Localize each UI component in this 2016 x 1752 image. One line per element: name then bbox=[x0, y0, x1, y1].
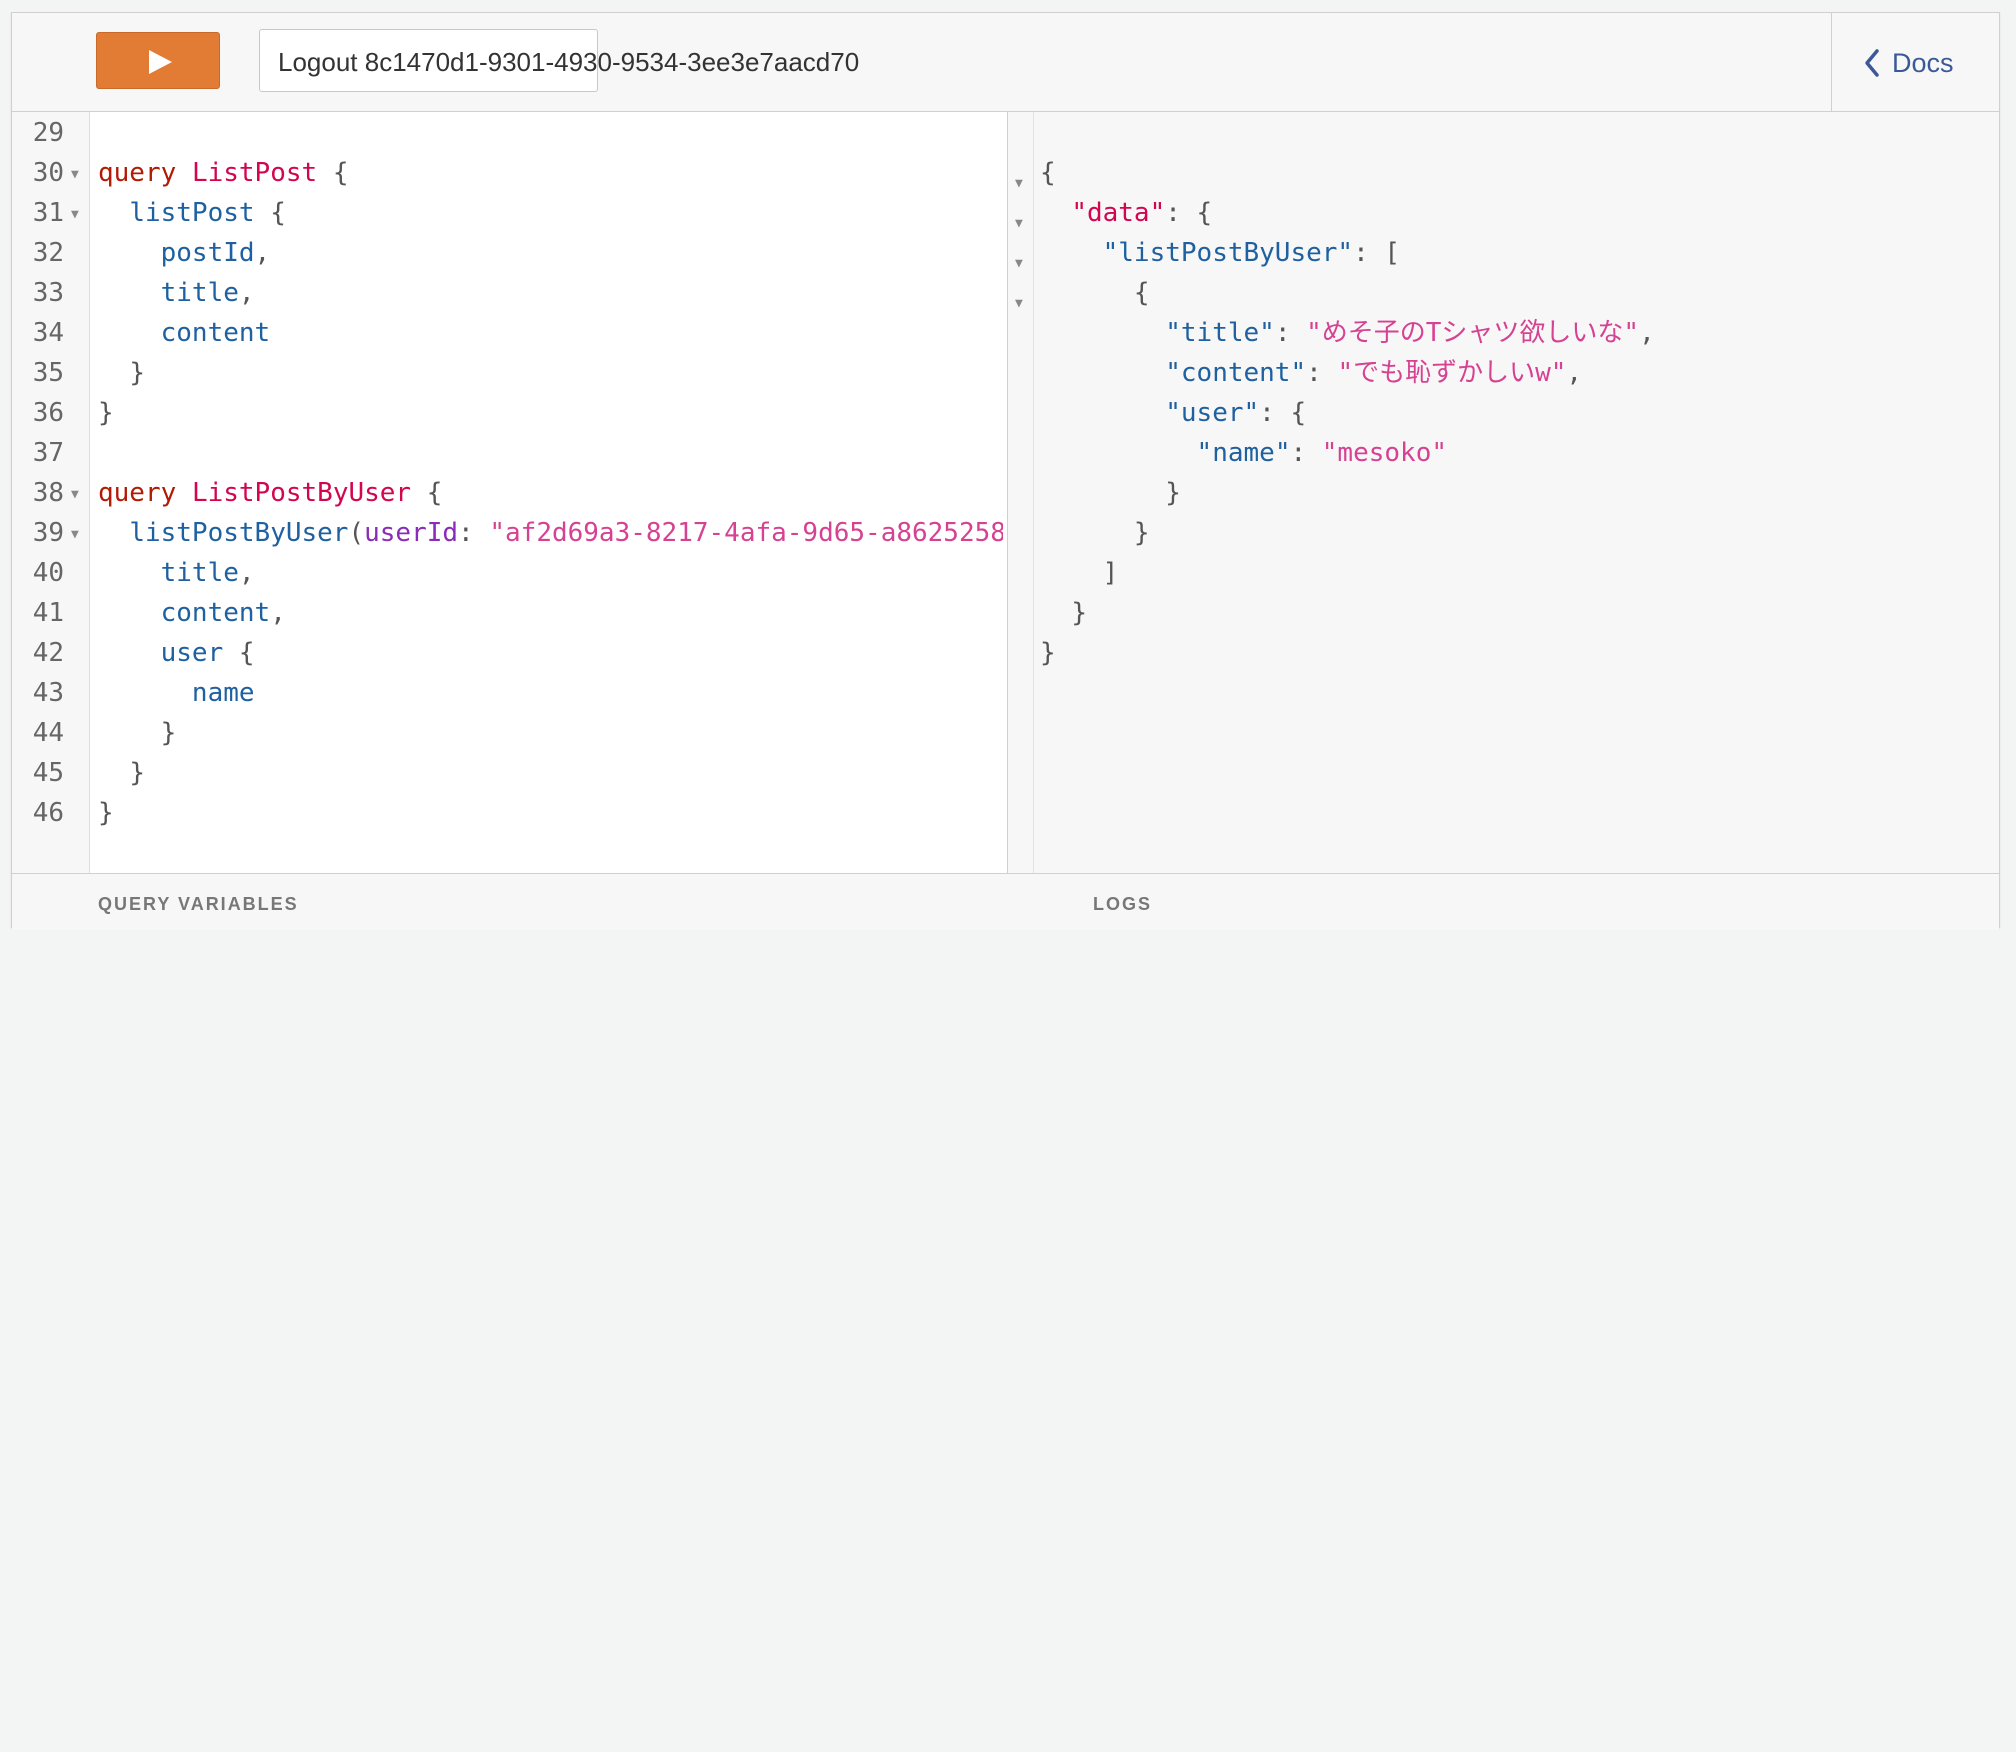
code-line: content bbox=[98, 313, 1003, 353]
line-number: 41 bbox=[32, 598, 64, 628]
code-line: content, bbox=[160, 598, 286, 628]
code-line: } bbox=[129, 758, 145, 788]
result-line: { bbox=[1040, 158, 1056, 188]
play-icon bbox=[149, 50, 172, 74]
json-string-value: "mesoko" bbox=[1321, 438, 1448, 468]
code-line: postId, bbox=[160, 238, 271, 268]
fold-arrow-icon[interactable]: ▼ bbox=[71, 515, 79, 555]
line-number: 39 bbox=[32, 518, 64, 548]
field-token: title bbox=[160, 278, 239, 308]
line-number: 38 bbox=[32, 478, 64, 508]
line-number: 32 bbox=[32, 238, 64, 268]
line-number: 33 bbox=[32, 278, 64, 308]
docs-label: Docs bbox=[1892, 47, 1954, 78]
field-token: listPostByUser bbox=[129, 518, 349, 548]
code-line: listPost { bbox=[129, 198, 286, 228]
line-number: 31 bbox=[32, 198, 64, 228]
code-line: name bbox=[98, 673, 1003, 713]
fold-arrow-icon[interactable]: ▼ bbox=[1015, 164, 1023, 204]
line-number: 35 bbox=[32, 358, 64, 388]
graphiql-window: Logout 8c1470d1-9301-4930-9534-3ee3e7aac… bbox=[11, 12, 2000, 930]
result-line: ] bbox=[1102, 558, 1119, 588]
field-token: title bbox=[160, 558, 239, 588]
fold-arrow-icon[interactable]: ▼ bbox=[1015, 204, 1023, 244]
toolbar: Logout 8c1470d1-9301-4930-9534-3ee3e7aac… bbox=[12, 13, 1999, 112]
result-line: "data": { bbox=[1071, 198, 1213, 228]
docs-button[interactable]: Docs bbox=[1864, 43, 1954, 83]
logs-tab[interactable]: LOGS bbox=[1093, 894, 1152, 915]
line-number: 43 bbox=[32, 678, 64, 708]
field-token: content bbox=[160, 318, 271, 348]
code-line: } bbox=[98, 398, 114, 428]
json-string-value: "でも恥ずかしいw" bbox=[1337, 358, 1567, 388]
field-token: content bbox=[160, 598, 271, 628]
json-string-value: "めそ子のTシャツ欲しいな" bbox=[1306, 318, 1640, 348]
field-token: postId bbox=[160, 238, 255, 268]
run-query-button[interactable] bbox=[96, 32, 220, 89]
code-line: } bbox=[129, 358, 145, 388]
result-line: "name": "mesoko" bbox=[1196, 438, 1448, 468]
keyword-token: query bbox=[98, 478, 177, 508]
result-line: "user": { bbox=[1165, 398, 1307, 428]
line-number: 44 bbox=[32, 718, 64, 748]
code-line: } bbox=[160, 718, 177, 748]
code-line: query ListPostByUser { bbox=[98, 478, 443, 508]
code-line: title, bbox=[160, 278, 255, 308]
field-token: user bbox=[160, 638, 224, 668]
line-number: 42 bbox=[32, 638, 64, 668]
operation-name: Logout 8c1470d1-9301-4930-9534-3ee3e7aac… bbox=[278, 47, 860, 77]
result-line: } bbox=[1071, 598, 1087, 628]
result-line: { bbox=[1133, 278, 1150, 308]
query-editor[interactable]: 29 30 ▼ 31 ▼ 32 33 34 35 36 37 38 ▼ 39 ▼ 40 … bbox=[12, 112, 1007, 873]
result-line: } bbox=[1133, 518, 1150, 548]
line-number: 37 bbox=[32, 438, 64, 468]
argument-token: userId bbox=[364, 518, 459, 548]
fold-arrow-icon[interactable]: ▼ bbox=[71, 195, 79, 235]
line-number: 46 bbox=[32, 798, 64, 828]
fold-arrow-icon[interactable]: ▼ bbox=[71, 475, 79, 515]
keyword-token: query bbox=[98, 158, 177, 188]
code-line: user { bbox=[160, 638, 255, 668]
field-token: listPost bbox=[129, 198, 255, 228]
fold-arrow-icon[interactable]: ▼ bbox=[1015, 244, 1023, 284]
result-line: "content": "でも恥ずかしいw", bbox=[1165, 358, 1583, 388]
code-line: listPostByUser(userId: "af2d69a3-8217-4a… bbox=[98, 513, 1003, 553]
fold-arrow-icon[interactable]: ▼ bbox=[1015, 284, 1023, 324]
operation-name-token: ListPost bbox=[191, 158, 318, 188]
result-line: "listPostByUser": [ bbox=[1102, 238, 1401, 268]
bottom-bar: QUERY VARIABLES LOGS bbox=[12, 873, 1999, 930]
field-token: name bbox=[191, 678, 255, 708]
line-number: 40 bbox=[32, 558, 64, 588]
result-line: } bbox=[1165, 478, 1181, 508]
line-number: 30 bbox=[32, 158, 64, 188]
json-key: "name" bbox=[1196, 438, 1291, 468]
string-token: "af2d69a3-8217-4afa-9d65-a86252581 bbox=[489, 518, 1003, 548]
chevron-left-icon bbox=[1865, 49, 1879, 77]
code-line: title, bbox=[160, 558, 255, 588]
code-line: query ListPost { bbox=[98, 158, 349, 188]
line-number: 29 bbox=[32, 118, 64, 148]
json-key: "content" bbox=[1165, 358, 1307, 388]
json-key: "title" bbox=[1165, 318, 1275, 348]
line-number: 45 bbox=[32, 758, 64, 788]
json-key: "listPostByUser" bbox=[1102, 238, 1354, 268]
line-number: 34 bbox=[32, 318, 64, 348]
operation-name-token: ListPostByUser bbox=[191, 478, 412, 508]
code-line: } bbox=[98, 798, 114, 828]
fold-arrow-icon[interactable]: ▼ bbox=[71, 155, 79, 195]
result-line: "title": "めそ子のTシャツ欲しいな", bbox=[1165, 318, 1655, 348]
json-key: "data" bbox=[1071, 198, 1166, 228]
line-number: 36 bbox=[32, 398, 64, 428]
json-key: "user" bbox=[1165, 398, 1260, 428]
result-line: } bbox=[1040, 638, 1056, 668]
result-viewer[interactable]: ▼ ▼ ▼ ▼ { "data": { "listPostByUser": [ … bbox=[1008, 112, 1999, 873]
query-variables-tab[interactable]: QUERY VARIABLES bbox=[98, 894, 299, 915]
toolbar-divider bbox=[1831, 13, 1832, 111]
